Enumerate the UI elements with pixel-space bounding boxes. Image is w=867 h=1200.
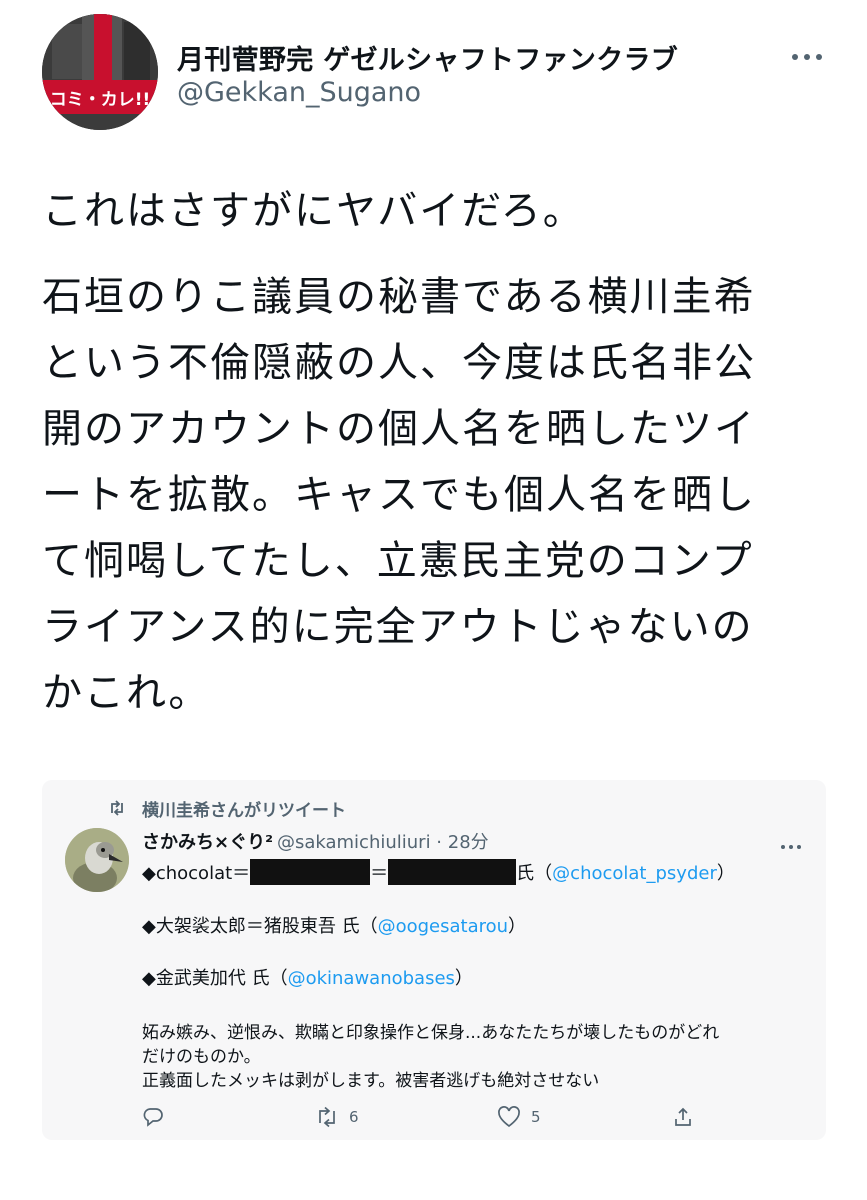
retweet-icon [319, 1106, 335, 1128]
quoted-author-avatar[interactable] [65, 828, 129, 892]
author-name[interactable]: 月刊菅野完 ゲゼルシャフトファンクラブ [177, 38, 678, 77]
quoted-text: ◆chocolat＝ [142, 863, 251, 884]
quoted-text: 氏（ [516, 863, 553, 884]
retweet-count: 6 [349, 1108, 359, 1126]
more-icon[interactable] [790, 48, 824, 60]
quoted-text: ＝ [370, 863, 389, 884]
tweet-text-line: 石垣のりこ議員の秘書である横川圭希 [42, 274, 756, 320]
quoted-line-5: だけのものか。 [142, 1047, 261, 1067]
tweet-text-line: これはさすがにヤバイだろ。 [42, 188, 585, 234]
quoted-text: ） [454, 968, 473, 989]
tweet-text-line: ライアンス的に完全アウトじゃないの [42, 604, 754, 650]
tweet-text-line: て恫喝してたし、立憲民主党のコンプ [42, 538, 754, 584]
quoted-line-1: ◆chocolat＝ ＝ 氏（@chocolat_psyder） [142, 859, 735, 885]
quoted-line-4: 妬み嫉み、逆恨み、欺瞞と印象操作と保身...あなたたちが壊したものがどれ [142, 1023, 720, 1043]
like-icon [498, 1106, 520, 1128]
quoted-text: ） [508, 916, 527, 937]
reply-icon [143, 1108, 163, 1127]
tweet-text-line: かこれ。 [42, 670, 211, 716]
redaction-bar [388, 859, 517, 885]
tweet-text-line: という不倫隠蔽の人、今度は氏名非公 [42, 340, 756, 386]
more-icon[interactable] [780, 836, 802, 849]
tweet-text: これはさすがにヤバイだろ。 石垣のりこ議員の秘書である横川圭希 という不倫隠蔽の… [42, 178, 842, 726]
quoted-line-6: 正義面したメッキは剥がします。被害者逃げも絶対させない [142, 1071, 600, 1091]
retweet-label: 横川圭希さんがリツイート [142, 801, 346, 821]
mention-link[interactable]: @okinawanobases [288, 968, 455, 989]
quoted-header: さかみち×ぐり² @sakamichiuliuri · 28分 [142, 828, 489, 854]
quoted-author-meta: @sakamichiuliuri · 28分 [276, 832, 489, 853]
author-handle[interactable]: @Gekkan_Sugano [177, 77, 421, 108]
redaction-bar [250, 859, 371, 885]
quoted-text: ） [716, 863, 735, 884]
share-icon [675, 1107, 691, 1126]
quoted-text: ◆大袈裟太郎＝猪股東吾 氏（ [142, 916, 378, 937]
quoted-text: ◆金武美加代 氏（ [142, 968, 288, 989]
mention-link[interactable]: @chocolat_psyder [552, 863, 717, 884]
author-avatar[interactable]: コミ・カレ!! [42, 14, 158, 130]
avatar-image: コミ・カレ!! [42, 14, 158, 130]
tweet-text-line: 開のアカウントの個人名を晒したツイ [42, 406, 756, 452]
like-count: 5 [531, 1108, 541, 1126]
quoted-actions: 6 5 [142, 1106, 782, 1130]
bird-avatar-image [65, 828, 129, 892]
quoted-tweet-card[interactable]: 横川圭希さんがリツイート さかみち×ぐり² @sakamichiuliuri · … [42, 780, 826, 1140]
retweet-icon [108, 800, 126, 816]
mention-link[interactable]: @oogesatarou [378, 916, 508, 937]
tweet-header: コミ・カレ!! 月刊菅野完 ゲゼルシャフトファンクラブ @Gekkan_Suga… [42, 14, 842, 134]
quoted-line-3: ◆金武美加代 氏（@okinawanobases） [142, 964, 473, 990]
quoted-line-2: ◆大袈裟太郎＝猪股東吾 氏（@oogesatarou） [142, 912, 526, 938]
avatar-caption: コミ・カレ!! [50, 90, 151, 110]
quoted-author-name[interactable]: さかみち×ぐり² [142, 832, 273, 853]
tweet-text-line: ートを拡散。キャスでも個人名を晒し [42, 472, 756, 518]
